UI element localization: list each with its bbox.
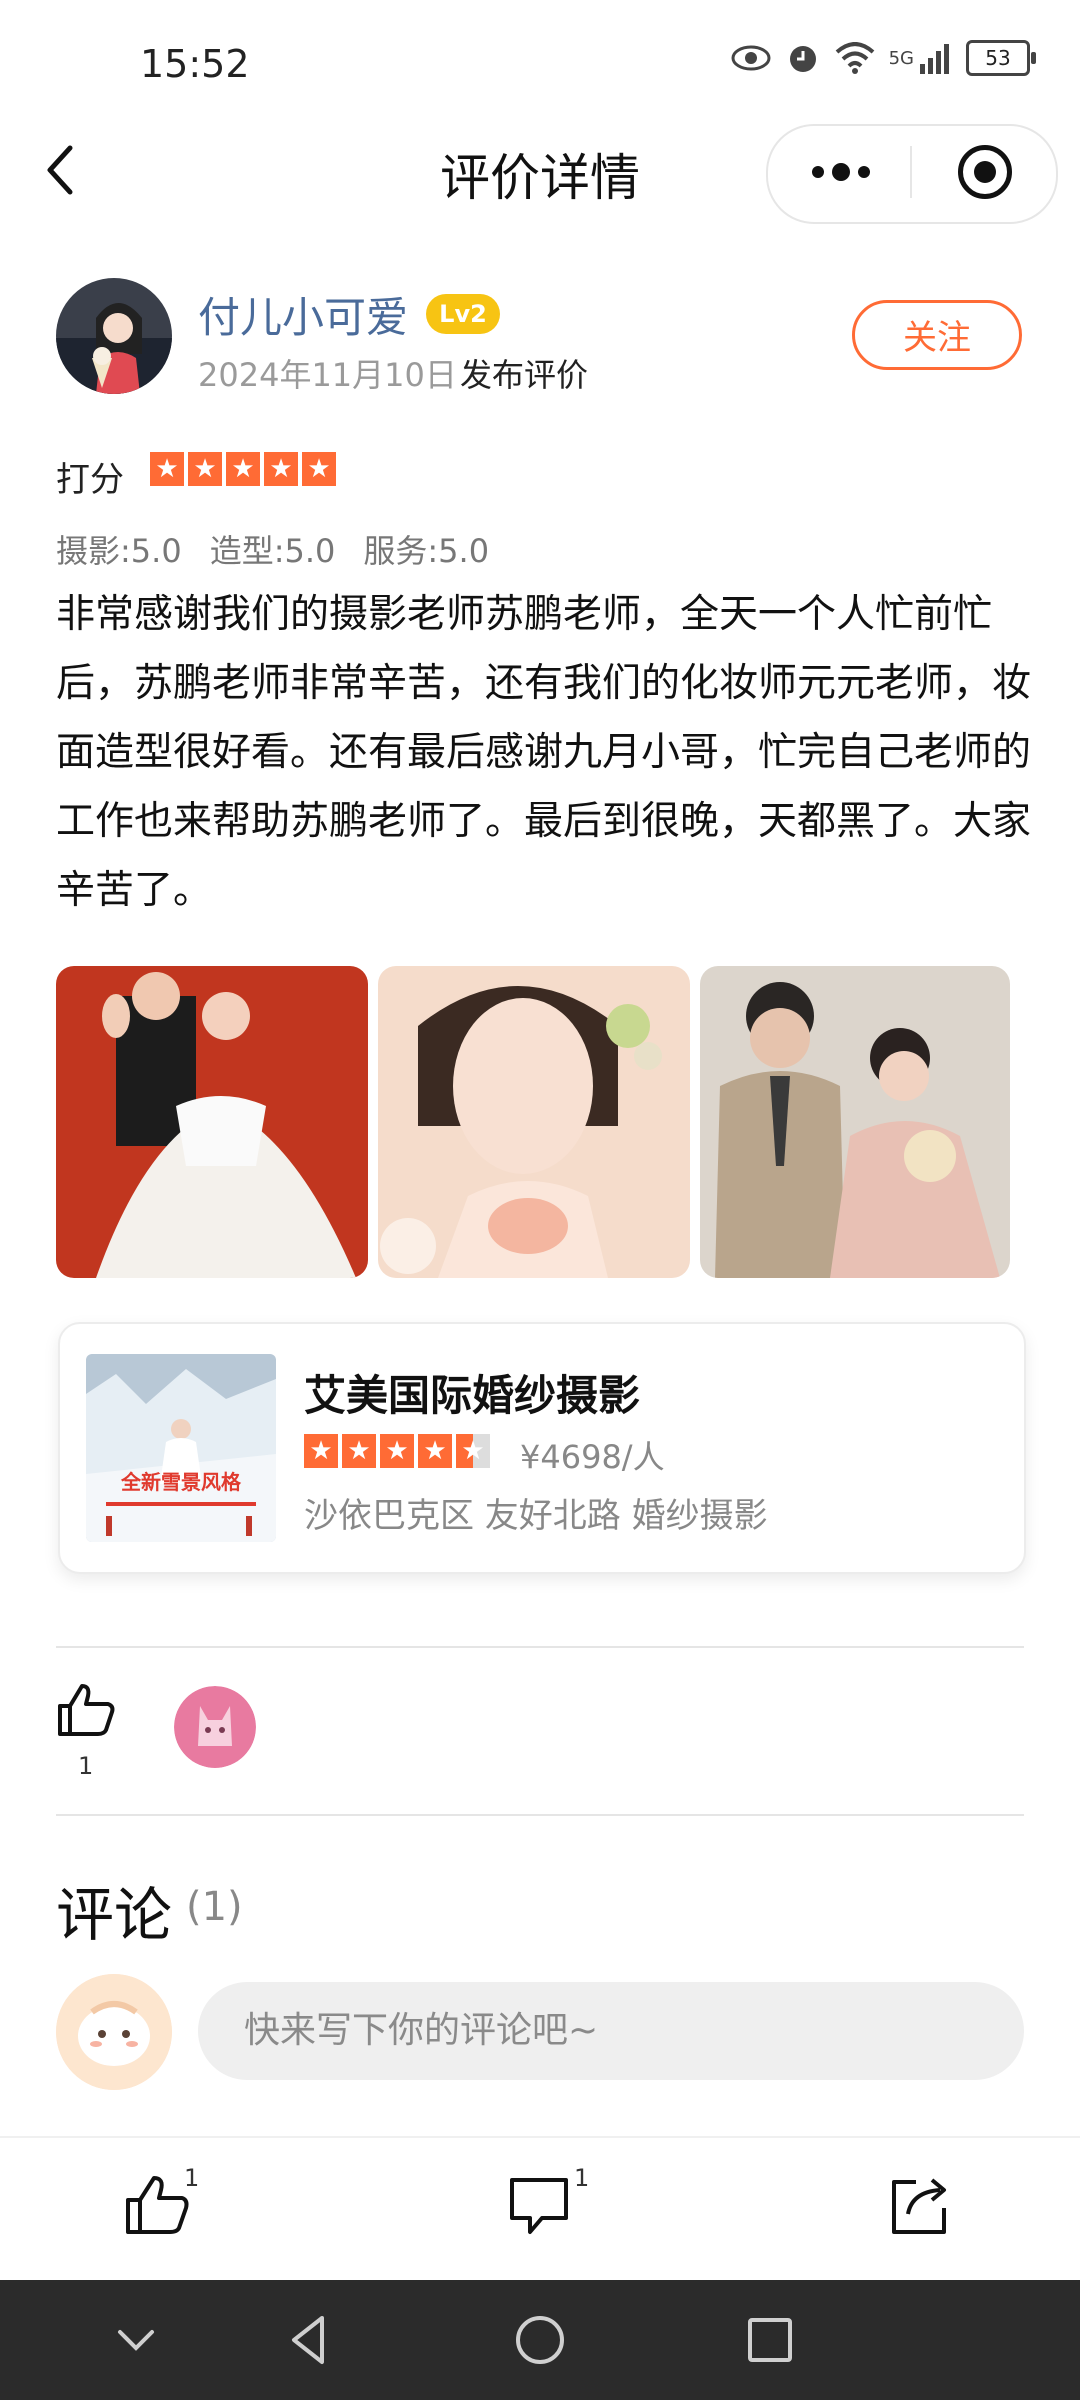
system-recents-icon[interactable] [740, 2310, 800, 2370]
user-name[interactable]: 付儿小可爱 [198, 284, 408, 345]
star-icon: ★ [304, 1434, 338, 1468]
more-icon[interactable] [806, 152, 876, 192]
post-action-label: 发布评价 [460, 356, 589, 394]
battery-indicator: 53 [966, 40, 1036, 76]
thumbs-up-icon[interactable] [56, 1682, 116, 1738]
close-mini-program-icon[interactable] [958, 145, 1012, 199]
network-type: 5G [888, 47, 914, 69]
star-icon: ★ [380, 1434, 414, 1468]
eye-icon [731, 45, 771, 71]
review-text: 非常感谢我们的摄影老师苏鹏老师，全天一个人忙前忙后，苏鹏老师非常辛苦，还有我们的… [56, 592, 1032, 913]
review-photo-3[interactable] [700, 966, 1010, 1278]
merchant-thumb-caption: 全新雪景风格 [121, 1470, 241, 1494]
rating-stars: ★ ★ ★ ★ ★ [150, 452, 336, 486]
my-avatar [56, 1974, 172, 2090]
merchant-price: ¥4698/人 [520, 1438, 665, 1476]
star-icon: ★ [150, 452, 184, 486]
divider [56, 1814, 1024, 1816]
like-button-icon[interactable] [124, 2172, 190, 2238]
system-back-icon[interactable] [280, 2310, 340, 2370]
subscore-photography: 摄影:5.0 [56, 532, 182, 570]
star-icon: ★ [302, 452, 336, 486]
comments-count: (1) [186, 1884, 243, 1930]
star-icon: ★ [418, 1434, 452, 1468]
chevron-down-icon[interactable] [106, 2310, 166, 2370]
merchant-thumbnail[interactable]: 全新雪景风格 [86, 1354, 276, 1542]
bottom-comment-count: 1 [574, 2164, 590, 2192]
like-count: 1 [78, 1752, 94, 1780]
merchant-location: 沙依巴克区 友好北路 婚纱摄影 [304, 1496, 768, 1536]
comment-input[interactable]: 快来写下你的评论吧~ [198, 1982, 1024, 2080]
capsule-divider [910, 146, 912, 198]
subscore-service: 服务:5.0 [363, 532, 490, 570]
star-icon: ★ [342, 1434, 376, 1468]
divider [56, 1646, 1024, 1648]
review-photo-2[interactable] [378, 966, 690, 1278]
merchant-name[interactable]: 艾美国际婚纱摄影 [304, 1362, 640, 1423]
alarm-icon [789, 46, 816, 72]
review-photo-1[interactable] [56, 966, 368, 1278]
rating-label: 打分 [56, 460, 124, 500]
status-icons: 5G 53 [731, 40, 1036, 76]
liker-avatar[interactable] [174, 1686, 256, 1768]
status-time: 15:52 [140, 42, 250, 86]
system-home-icon[interactable] [510, 2310, 570, 2370]
subscores: 摄影:5.0 造型:5.0 服务:5.0 [56, 526, 489, 572]
comments-title: 评论 [56, 1881, 173, 1949]
merchant-rating-stars: ★ ★ ★ ★ ★ [304, 1434, 490, 1468]
user-avatar[interactable] [56, 278, 172, 394]
share-icon[interactable] [886, 2172, 952, 2238]
signal-icon [920, 44, 949, 74]
star-icon: ★ [264, 452, 298, 486]
follow-button[interactable]: 关注 [852, 300, 1022, 370]
comment-icon[interactable] [506, 2172, 572, 2238]
bottom-like-count: 1 [184, 2164, 200, 2192]
wifi-icon [835, 42, 874, 74]
level-badge: Lv2 [426, 294, 500, 334]
half-star-icon: ★ [456, 1434, 490, 1468]
star-icon: ★ [226, 452, 260, 486]
post-date: 2024年11月10日 [198, 356, 457, 394]
subscore-styling: 造型:5.0 [209, 532, 336, 570]
star-icon: ★ [188, 452, 222, 486]
